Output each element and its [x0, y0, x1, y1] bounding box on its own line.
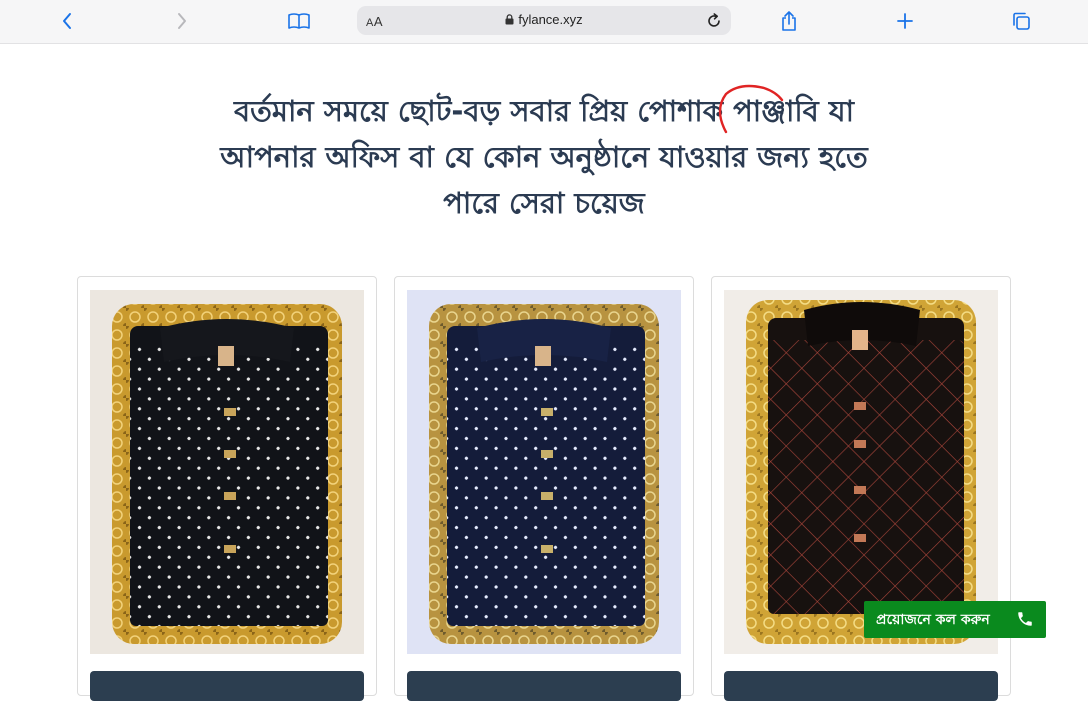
reload-icon[interactable] [703, 10, 725, 32]
tabs-icon[interactable] [1005, 6, 1037, 36]
highlight-arc [718, 84, 784, 134]
bookmarks-icon[interactable] [283, 6, 315, 36]
product-image[interactable] [90, 290, 364, 654]
phone-icon [1018, 612, 1032, 626]
headline-line: আপনার অফিস বা যে কোন অনুষ্ঠানে যাওয়ার জ… [220, 140, 868, 174]
product-image[interactable] [407, 290, 681, 654]
page-headline: বর্তমান সময়ে ছোট-বড় সবার প্রিয় পোশাক … [200, 88, 888, 226]
order-button[interactable] [724, 671, 998, 701]
order-button[interactable] [90, 671, 364, 701]
url-text[interactable]: fylance.xyz [518, 12, 582, 27]
back-icon[interactable] [51, 6, 83, 36]
headline-line: পারে সেরা চয়েজ [443, 186, 645, 220]
order-button[interactable] [407, 671, 681, 701]
product-card[interactable] [77, 276, 377, 701]
browser-toolbar: AA fylance.xyz [0, 0, 1088, 44]
share-icon[interactable] [773, 6, 805, 36]
product-card[interactable] [394, 276, 694, 701]
call-button[interactable]: প্রয়োজনে কল করুন [864, 601, 1046, 638]
new-tab-icon[interactable] [889, 6, 921, 36]
product-image[interactable] [724, 290, 998, 654]
forward-icon[interactable] [166, 6, 198, 36]
address-bar[interactable]: AA fylance.xyz [357, 6, 731, 35]
call-button-label: প্রয়োজনে কল করুন [876, 611, 990, 628]
headline-line: বর্তমান সময়ে ছোট-বড় সবার প্রিয় পোশাক … [233, 94, 855, 128]
lock-icon [505, 14, 514, 25]
